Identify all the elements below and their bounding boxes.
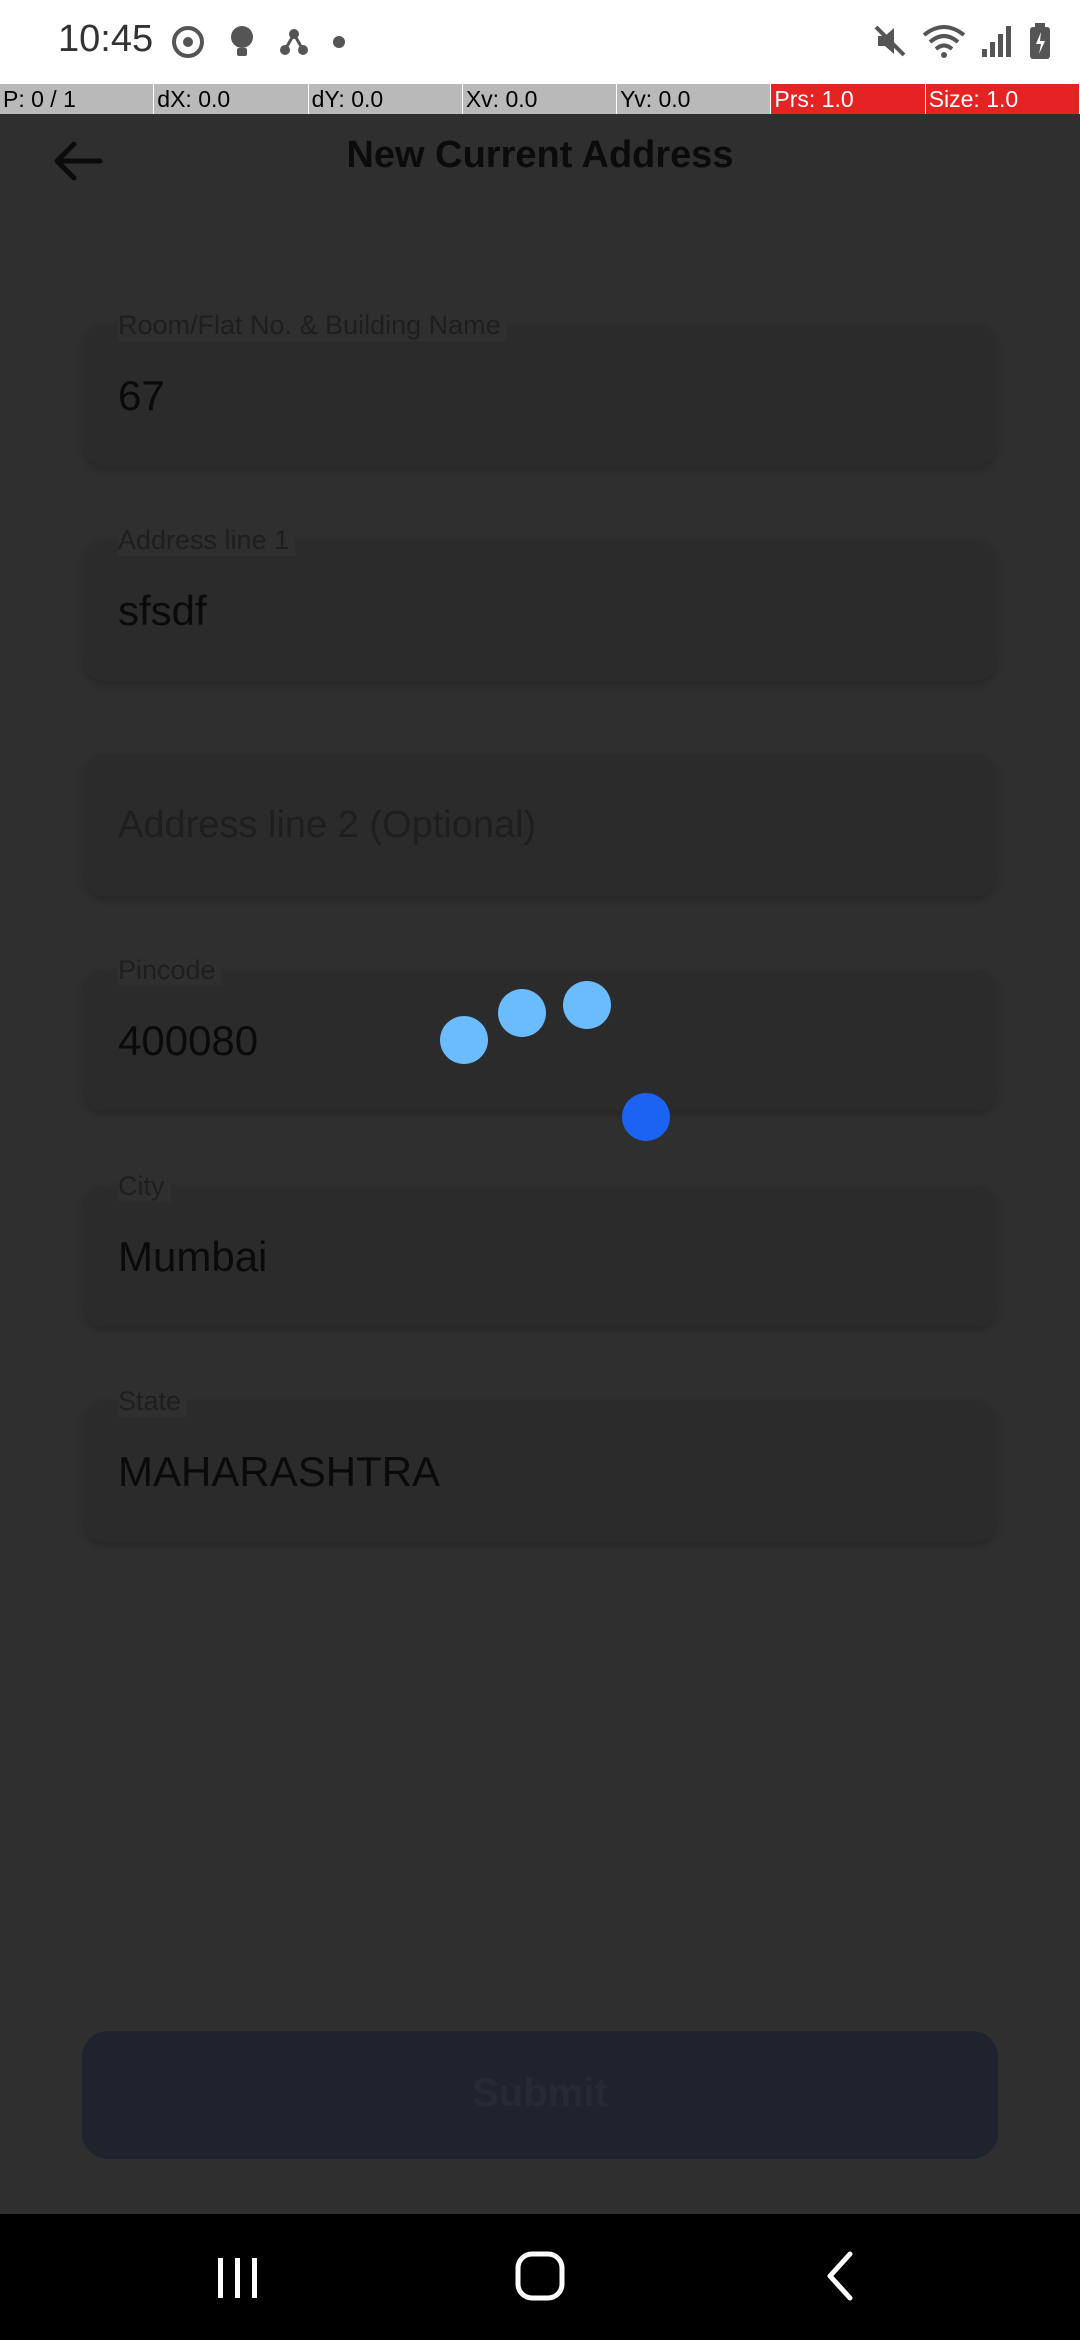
debug-pointer-count: P: 0 / 1 — [0, 84, 155, 114]
pointer-location-bar: P: 0 / 1 dX: 0.0 dY: 0.0 Xv: 0.0 Yv: 0.0… — [0, 84, 1080, 114]
bulb-icon — [231, 26, 253, 56]
status-time: 10:45 — [58, 18, 154, 60]
nav-back-icon[interactable] — [802, 2244, 882, 2308]
debug-size: Size: 1.0 — [925, 84, 1080, 114]
sync-icon — [172, 26, 204, 58]
app-content-dimmed: New Current Address Room/Flat No. & Buil… — [0, 114, 1080, 2214]
address-line1-field[interactable]: Address line 1 sfsdf — [84, 525, 996, 681]
loading-dot-1 — [440, 1016, 488, 1064]
room-building-field[interactable]: Room/Flat No. & Building Name 67 — [84, 310, 996, 466]
dot-icon — [333, 36, 345, 48]
room-building-value: 67 — [118, 372, 165, 419]
address-line1-value: sfsdf — [118, 587, 207, 634]
system-nav-bar — [0, 2214, 1080, 2340]
state-value: MAHARASHTRA — [118, 1448, 441, 1495]
share-nodes-icon — [280, 29, 308, 55]
room-building-label: Room/Flat No. & Building Name — [118, 310, 507, 341]
address-line1-label: Address line 1 — [118, 525, 296, 556]
city-field[interactable]: City Mumbai — [84, 1171, 996, 1327]
page-title: New Current Address — [346, 134, 734, 176]
loading-dot-2 — [498, 989, 546, 1037]
signal-icon — [982, 26, 1011, 57]
battery-icon — [1030, 23, 1050, 59]
debug-xv: Xv: 0.0 — [463, 84, 618, 114]
submit-button[interactable]: Submit — [82, 2031, 998, 2159]
wifi-icon — [922, 25, 966, 58]
loading-dot-4 — [622, 1093, 670, 1141]
state-label: State — [118, 1386, 188, 1417]
home-icon[interactable] — [500, 2244, 580, 2308]
debug-dx: dX: 0.0 — [154, 84, 309, 114]
status-bar: 10:45 — [0, 0, 1080, 84]
address-line2-field[interactable]: Address line 2 (Optional) — [84, 754, 996, 896]
app-header: New Current Address — [0, 114, 1080, 210]
pincode-field[interactable]: Pincode 400080 — [84, 955, 996, 1111]
pincode-value: 400080 — [118, 1017, 259, 1064]
mute-icon — [874, 25, 906, 57]
loading-dot-3 — [563, 981, 611, 1029]
debug-dy: dY: 0.0 — [309, 84, 463, 114]
city-label: City — [118, 1171, 171, 1202]
recents-icon[interactable] — [198, 2244, 278, 2308]
state-field[interactable]: State MAHARASHTRA — [84, 1386, 996, 1542]
pincode-label: Pincode — [118, 955, 222, 986]
city-value: Mumbai — [118, 1233, 268, 1280]
debug-yv: Yv: 0.0 — [617, 84, 772, 114]
debug-pressure: Prs: 1.0 — [771, 84, 926, 114]
submit-label: Submit — [472, 2071, 608, 2115]
address-line2-placeholder: Address line 2 (Optional) — [118, 804, 537, 846]
